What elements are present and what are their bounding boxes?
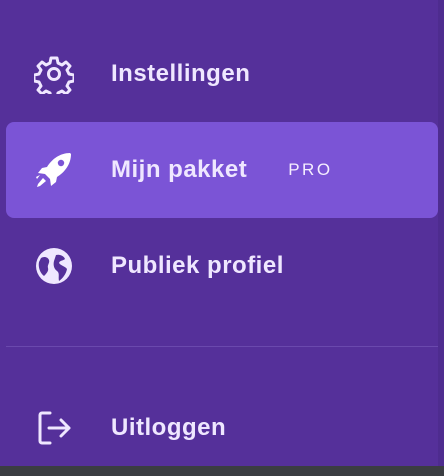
pro-badge: PRO xyxy=(288,160,333,179)
menu-item-label: Uitloggen xyxy=(111,414,227,441)
menu-item-label: Instellingen xyxy=(111,60,251,87)
menu-item-public-profile[interactable]: Publiek profiel xyxy=(6,218,438,314)
menu-item-label: Publiek profiel xyxy=(111,252,284,279)
menu-item-label: Mijn pakket xyxy=(111,156,248,183)
bottom-edge xyxy=(0,466,444,476)
account-menu: Instellingen Mijn pakket PRO Publiek pro… xyxy=(0,0,438,466)
scrollbar-track xyxy=(438,0,444,466)
menu-item-settings[interactable]: Instellingen xyxy=(6,26,438,122)
logout-icon xyxy=(34,408,74,448)
menu-item-my-plan[interactable]: Mijn pakket PRO xyxy=(6,122,438,218)
globe-icon xyxy=(34,246,74,286)
gear-icon xyxy=(34,54,74,94)
menu-divider xyxy=(6,346,438,347)
rocket-icon xyxy=(34,150,74,190)
menu-item-logout[interactable]: Uitloggen xyxy=(6,380,438,476)
